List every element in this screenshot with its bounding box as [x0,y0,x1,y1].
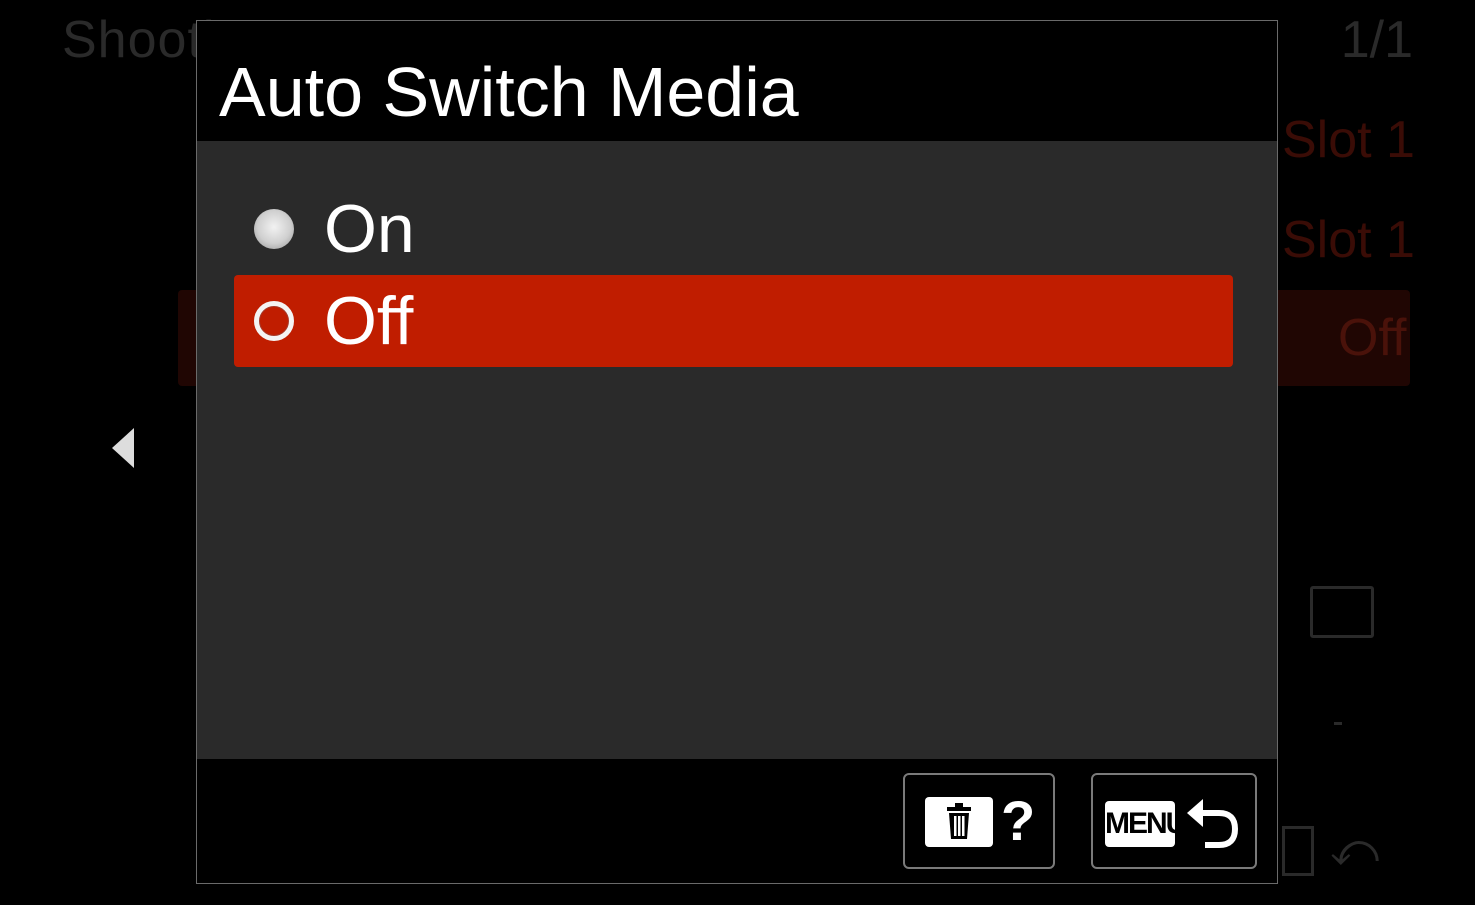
dialog-footer: ? MENU [197,759,1277,883]
radio-checked-icon [254,301,294,341]
auto-switch-media-dialog: Auto Switch Media On Off ? MENU [196,20,1278,884]
menu-back-button[interactable]: MENU [1091,773,1257,869]
option-off[interactable]: Off [234,275,1233,367]
page-left-arrow-icon[interactable] [112,428,134,468]
background-page-indicator: 1/1 [1340,11,1413,69]
menu-label: MENU [1105,801,1187,847]
option-label: Off [324,283,414,359]
option-label: On [324,191,415,267]
options-panel: On Off [197,141,1277,759]
return-arrow-icon [1187,799,1239,848]
trash-icon [925,797,993,847]
background-dash [1334,722,1342,725]
option-on[interactable]: On [234,183,1233,275]
background-row-value: Slot 1 [1282,211,1415,269]
background-return-icon: ⤺ [1330,823,1380,875]
background-menu-title: Shooti [62,11,216,69]
help-button[interactable]: ? [903,773,1055,869]
background-delete-icon [1282,826,1314,876]
background-row-value: Slot 1 [1282,111,1415,169]
background-highlighted-value: Off [1338,309,1407,367]
movie-film-icon [1310,586,1374,638]
help-question-label: ? [1001,789,1036,852]
dialog-title: Auto Switch Media [219,53,799,131]
radio-unchecked-icon [254,209,294,249]
